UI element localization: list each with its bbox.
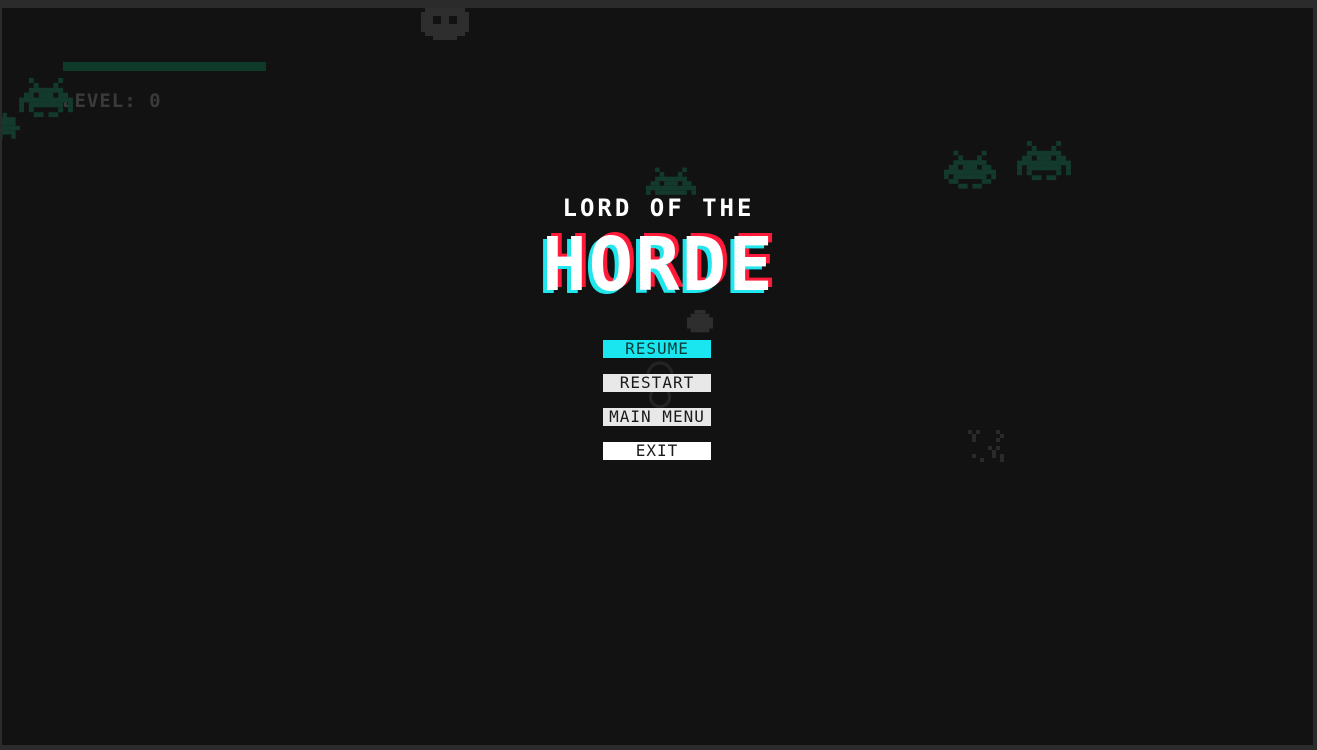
exit-button[interactable]: EXIT <box>603 442 711 460</box>
health-bar <box>63 62 266 71</box>
bat-enemy-icon <box>964 426 1012 474</box>
game-window: LEVEL: 0 LORD OF THE HORDE HORDE HORDE R… <box>0 0 1317 750</box>
space-invader-enemy-icon <box>944 150 996 194</box>
restart-button[interactable]: RESTART <box>603 374 711 392</box>
pause-menu: RESUME RESTART MAIN MENU EXIT <box>603 340 711 476</box>
main-menu-button[interactable]: MAIN MENU <box>603 408 711 426</box>
title-line-1: LORD OF THE <box>562 194 755 222</box>
title-line-2: HORDE <box>542 222 775 308</box>
blob-enemy-icon <box>686 310 714 336</box>
space-invader-enemy-icon <box>1017 141 1071 185</box>
space-invader-enemy-icon <box>19 78 73 122</box>
game-title-logo: HORDE HORDE HORDE <box>0 219 1317 311</box>
level-indicator: LEVEL: 0 <box>62 90 162 112</box>
ghost-enemy-icon <box>417 8 473 44</box>
resume-button[interactable]: RESUME <box>603 340 711 358</box>
space-invader-enemy-icon <box>2 108 20 148</box>
